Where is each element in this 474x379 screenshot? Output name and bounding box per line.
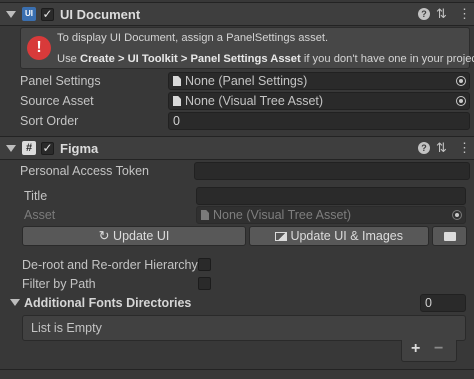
fonts-dirs-list: List is Empty [22, 315, 466, 341]
sort-order-field[interactable]: 0 [168, 112, 470, 130]
source-asset-field[interactable]: None (Visual Tree Asset) [168, 92, 470, 110]
object-picker-icon [452, 210, 462, 220]
update-ui-button[interactable]: ↻ Update UI [22, 226, 246, 246]
remove-item-button[interactable]: − [434, 340, 443, 358]
document-icon [201, 210, 209, 220]
figma-title: Figma [60, 141, 99, 156]
filter-by-path-checkbox[interactable] [198, 277, 211, 290]
list-empty-text: List is Empty [31, 321, 102, 335]
document-icon [173, 96, 181, 106]
deroot-label: De-root and Re-order Hierarchy [22, 258, 198, 272]
fonts-dirs-foldout-arrow-icon[interactable] [10, 299, 20, 306]
personal-access-token-label: Personal Access Token [20, 164, 150, 178]
source-asset-value: None (Visual Tree Asset) [185, 94, 324, 108]
warning-line-2-suffix: if you don't have one in your project. [300, 53, 474, 65]
ui-document-header[interactable]: UI ✓ UI Document ? ⇅ ⋮ [0, 2, 474, 26]
personal-access-token-field[interactable] [194, 162, 470, 180]
panel-settings-field[interactable]: None (Panel Settings) [168, 72, 470, 90]
image-icon [274, 232, 287, 241]
panel-settings-label: Panel Settings [20, 74, 101, 88]
folder-icon [443, 232, 456, 241]
warning-line-2-prefix: Use [57, 53, 81, 65]
add-item-button[interactable]: + [411, 340, 420, 358]
error-icon: ! [27, 36, 51, 60]
source-asset-label: Source Asset [20, 94, 94, 108]
preset-settings-icon[interactable]: ⇅ [436, 7, 447, 21]
warning-line-2: Use Create > UI Toolkit > Panel Settings… [57, 53, 474, 65]
asset-field: None (Visual Tree Asset) [196, 206, 466, 224]
ui-document-title: UI Document [60, 7, 141, 22]
update-ui-images-label: Update UI & Images [290, 229, 404, 243]
list-footer: + − [401, 340, 457, 362]
help-icon[interactable]: ? [418, 8, 430, 20]
warning-line-2-path: Create > UI Toolkit > Panel Settings Ass… [80, 53, 301, 65]
refresh-icon: ↻ [98, 228, 110, 243]
bottom-divider [0, 369, 474, 370]
ui-document-icon: UI [22, 7, 36, 21]
update-ui-images-button[interactable]: Update UI & Images [249, 226, 429, 246]
ui-document-enabled-checkbox[interactable]: ✓ [41, 8, 54, 21]
sort-order-value: 0 [173, 114, 180, 128]
preset-settings-icon[interactable]: ⇅ [436, 141, 447, 155]
context-menu-icon[interactable]: ⋮ [458, 7, 471, 21]
fonts-dirs-label[interactable]: Additional Fonts Directories [24, 296, 191, 310]
document-icon [173, 76, 181, 86]
figma-enabled-checkbox[interactable]: ✓ [41, 142, 54, 155]
sort-order-label: Sort Order [20, 114, 79, 128]
title-field[interactable] [196, 187, 466, 205]
foldout-arrow-icon[interactable] [6, 11, 16, 18]
context-menu-icon[interactable]: ⋮ [458, 141, 471, 155]
deroot-checkbox[interactable] [198, 258, 211, 271]
panel-settings-value: None (Panel Settings) [185, 74, 308, 88]
update-ui-label: Update UI [113, 229, 170, 243]
fonts-dirs-count-field[interactable]: 0 [420, 294, 466, 312]
folder-button[interactable] [432, 226, 467, 246]
foldout-arrow-icon[interactable] [6, 145, 16, 152]
panel-settings-warning-box: ! To display UI Document, assign a Panel… [20, 27, 474, 69]
help-icon[interactable]: ? [418, 142, 430, 154]
object-picker-icon[interactable] [456, 96, 466, 106]
warning-line-1: To display UI Document, assign a PanelSe… [57, 32, 329, 44]
filter-by-path-label: Filter by Path [22, 277, 96, 291]
figma-header[interactable]: # ✓ Figma ? ⇅ ⋮ [0, 136, 474, 160]
object-picker-icon[interactable] [456, 76, 466, 86]
asset-label: Asset [24, 208, 56, 222]
asset-value: None (Visual Tree Asset) [213, 208, 352, 222]
fonts-dirs-count: 0 [425, 296, 432, 310]
hash-script-icon: # [22, 141, 36, 155]
title-label: Title [24, 189, 48, 203]
